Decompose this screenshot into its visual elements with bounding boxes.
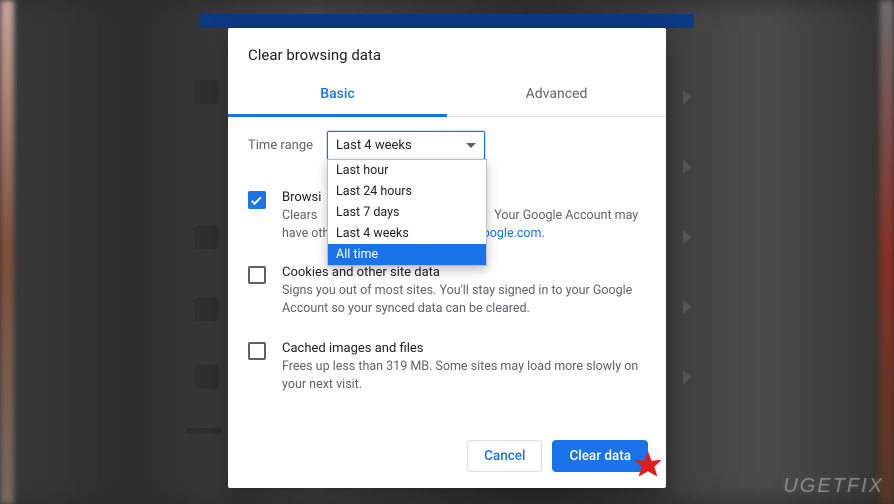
watermark: UGETFIX [783, 475, 884, 498]
bg-line [186, 428, 222, 434]
bg-arrow-icon [683, 230, 692, 244]
time-range-dropdown: Last hour Last 24 hours Last 7 days Last… [327, 159, 487, 266]
bg-arrow-icon [683, 370, 692, 384]
time-range-selected-value: Last 4 weeks [336, 138, 412, 153]
tab-basic[interactable]: Basic [228, 76, 447, 117]
time-range-row: Time range Last 4 weeks Last hour Last 2… [248, 131, 646, 168]
option-cached: Cached images and files Frees up less th… [248, 327, 646, 402]
tab-advanced[interactable]: Advanced [447, 76, 666, 116]
checkbox-cached[interactable] [248, 342, 266, 360]
bg-icon [195, 80, 219, 104]
check-icon [251, 194, 262, 205]
checkbox-browsing-history[interactable] [248, 191, 266, 209]
dialog-title: Clear browsing data [228, 28, 666, 76]
clear-data-button[interactable]: Clear data [552, 440, 648, 472]
bg-icon [195, 297, 219, 321]
dropdown-option-last-hour[interactable]: Last hour [328, 160, 486, 181]
dropdown-option-last-4-weeks[interactable]: Last 4 weeks [328, 223, 486, 244]
clear-browsing-data-dialog: Clear browsing data Basic Advanced Time … [228, 28, 666, 488]
bg-edge-right [880, 0, 894, 504]
checkbox-cookies[interactable] [248, 266, 266, 284]
option-title: Cached images and files [282, 341, 646, 356]
cancel-button[interactable]: Cancel [467, 440, 542, 472]
bg-icon [195, 225, 219, 249]
chevron-down-icon [466, 143, 476, 148]
bg-arrow-icon [683, 90, 692, 104]
option-description: Signs you out of most sites. You'll stay… [282, 282, 646, 318]
dialog-actions: Cancel Clear data [228, 430, 666, 488]
bg-top-bar [200, 14, 694, 28]
time-range-label: Time range [248, 138, 313, 153]
dialog-tabs: Basic Advanced [228, 76, 666, 117]
bg-arrow-icon [683, 300, 692, 314]
dropdown-option-last-24-hours[interactable]: Last 24 hours [328, 181, 486, 202]
option-title: Cookies and other site data [282, 265, 646, 280]
bg-edge-left [0, 0, 14, 504]
time-range-select[interactable]: Last 4 weeks Last hour Last 24 hours Las… [327, 131, 485, 160]
bg-icon [195, 365, 219, 389]
dropdown-option-last-7-days[interactable]: Last 7 days [328, 202, 486, 223]
dropdown-option-all-time[interactable]: All time [328, 244, 486, 265]
dialog-content: Time range Last 4 weeks Last hour Last 2… [228, 117, 666, 430]
bg-arrow-icon [683, 160, 692, 174]
option-description: Frees up less than 319 MB. Some sites ma… [282, 358, 646, 394]
